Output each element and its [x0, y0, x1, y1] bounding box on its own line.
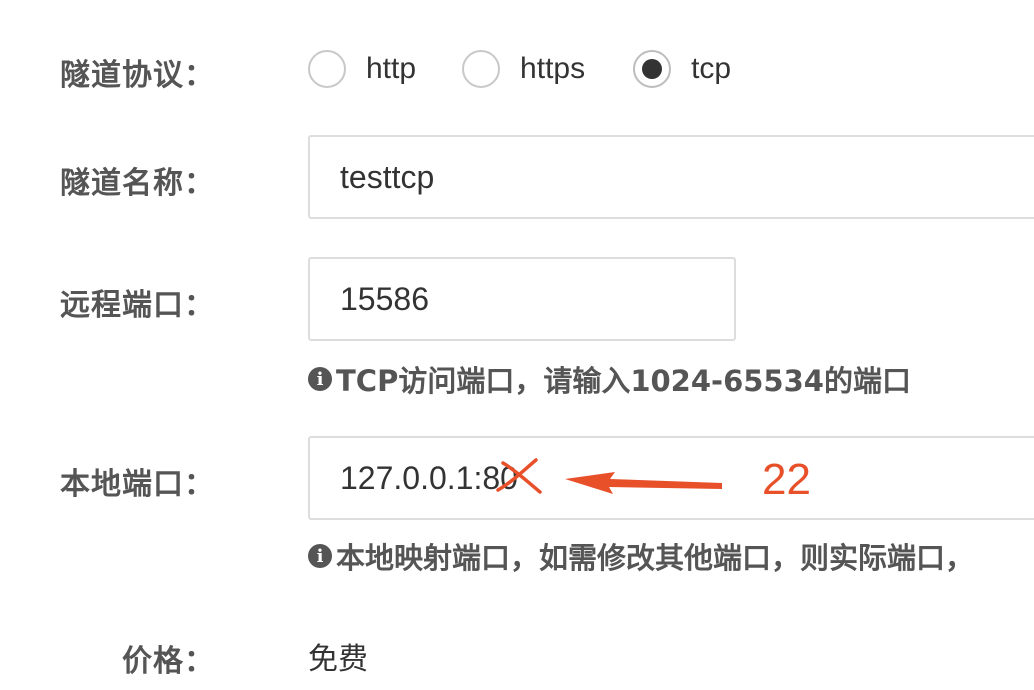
radio-button-tcp[interactable]: [633, 50, 672, 88]
radio-label-http[interactable]: http: [366, 52, 416, 86]
local-port-help-text: 本地映射端口，如需修改其他端口，则实际端口，: [336, 541, 975, 575]
radio-option-https[interactable]: https: [462, 50, 585, 88]
remote-port-help-text: TCP访问端口，请输入1024-65534的端口: [336, 364, 911, 398]
radio-button-http[interactable]: [308, 50, 346, 88]
local-port-label: 本地端口：: [60, 467, 215, 502]
local-port-input[interactable]: 127.0.0.1:80: [308, 436, 1034, 520]
remote-port-help: i TCP访问端口，请输入1024-65534的端口: [308, 358, 911, 400]
protocol-radio-group: http https tcp: [308, 46, 731, 92]
radio-button-https[interactable]: [462, 50, 501, 88]
radio-selected-dot: [642, 59, 663, 79]
radio-option-tcp[interactable]: tcp: [633, 50, 731, 88]
tunnel-form-page: 隧道协议： http https tcp 隧道名称： testtcp 远程端口：…: [0, 0, 1034, 690]
info-circle-icon: i: [308, 544, 332, 568]
price-label: 价格：: [122, 644, 215, 679]
annotation-number: 22: [762, 455, 811, 504]
radio-label-https[interactable]: https: [520, 52, 585, 86]
remote-port-label: 远程端口：: [60, 288, 215, 323]
annotation-overlay: [496, 458, 722, 494]
tunnel-name-input[interactable]: testtcp: [308, 135, 1034, 219]
radio-option-http[interactable]: http: [308, 50, 416, 88]
local-port-help: i 本地映射端口，如需修改其他端口，则实际端口，: [308, 535, 974, 577]
radio-label-tcp[interactable]: tcp: [691, 52, 731, 86]
price-value: 免费: [308, 642, 368, 677]
info-circle-icon: i: [308, 367, 332, 391]
remote-port-input[interactable]: 15586: [308, 257, 736, 341]
tunnel-name-label: 隧道名称：: [60, 166, 215, 201]
protocol-label: 隧道协议：: [60, 58, 215, 93]
